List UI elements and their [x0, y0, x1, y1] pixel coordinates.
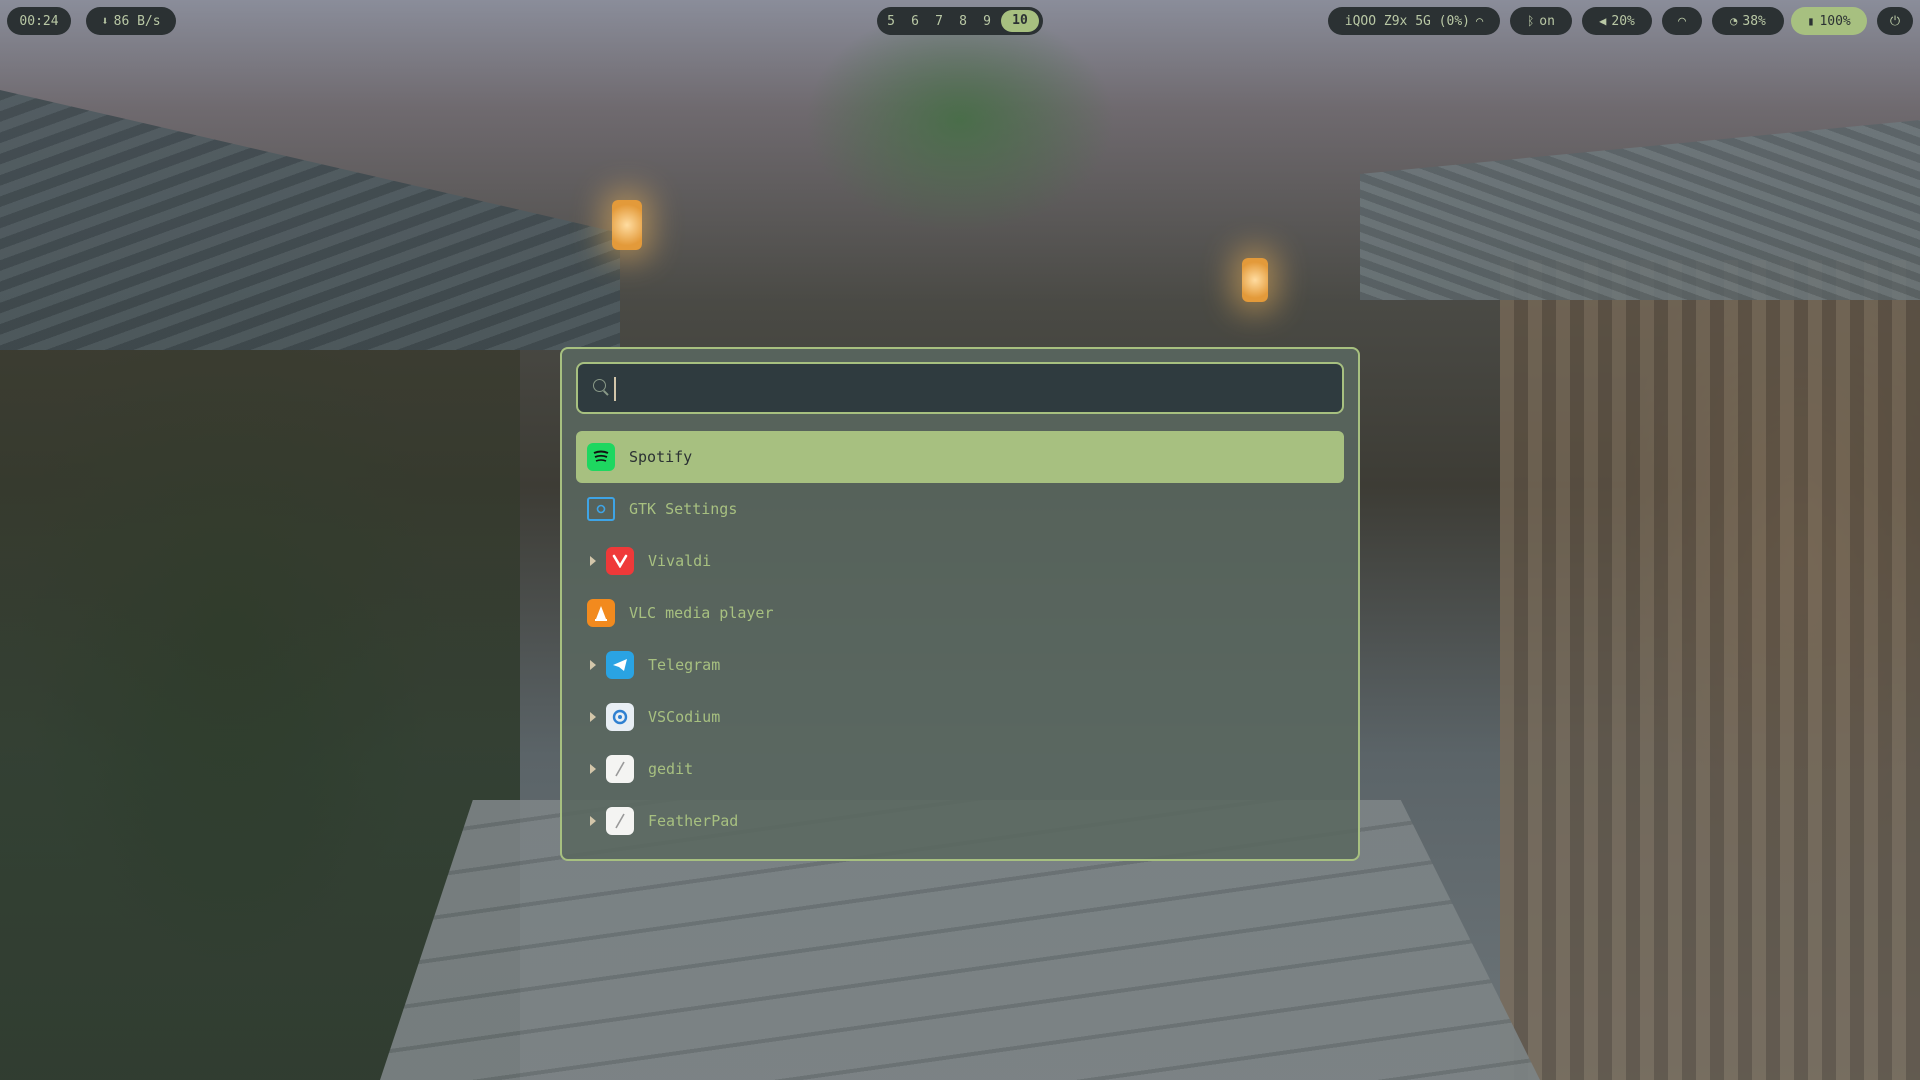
bluetooth-text: on: [1539, 13, 1555, 29]
wallpaper-roof-left: [0, 90, 620, 350]
power-button[interactable]: ⏻: [1877, 7, 1913, 35]
expand-arrow-icon[interactable]: [590, 660, 596, 670]
app-item-label: Vivaldi: [648, 552, 712, 570]
workspace-8[interactable]: 8: [953, 14, 973, 29]
app-item-label: Spotify: [629, 448, 693, 466]
vlc-icon: [587, 599, 615, 627]
network-speed[interactable]: ⬇ 86 B/s: [86, 7, 176, 35]
spotify-icon: [587, 443, 615, 471]
clock-text: 00:24: [19, 13, 59, 29]
battery[interactable]: ▮ 100%: [1791, 7, 1867, 35]
wifi-toggle[interactable]: ◠: [1662, 7, 1702, 35]
battery-icon: ▮: [1807, 14, 1815, 28]
bluetooth-status[interactable]: ᛒ on: [1510, 7, 1572, 35]
expand-arrow-icon[interactable]: [590, 712, 596, 722]
workspace-10-active[interactable]: 10: [1001, 10, 1039, 32]
app-item-vivaldi[interactable]: Vivaldi: [576, 535, 1344, 587]
cpu-gauge-icon: ◔: [1730, 14, 1738, 28]
wallpaper-lantern: [612, 200, 642, 250]
app-launcher: Spotify GTK Settings Vivaldi VLC media p…: [560, 347, 1360, 861]
app-item-telegram[interactable]: Telegram: [576, 639, 1344, 691]
expand-arrow-icon[interactable]: [590, 764, 596, 774]
wifi-icon: ◠: [1476, 14, 1484, 28]
search-icon: [593, 379, 606, 392]
expand-arrow-icon[interactable]: [590, 816, 596, 826]
app-item-label: Telegram: [648, 656, 721, 674]
wifi-network[interactable]: iQOO Z9x 5G (0%) ◠: [1328, 7, 1500, 35]
workspace-5[interactable]: 5: [881, 14, 901, 29]
workspace-9[interactable]: 9: [977, 14, 997, 29]
telegram-icon: [606, 651, 634, 679]
app-item-label: gedit: [648, 760, 694, 778]
volume[interactable]: ◀ 20%: [1582, 7, 1652, 35]
next-item-peek: [588, 859, 614, 861]
text-cursor: [614, 377, 616, 401]
app-item-gedit[interactable]: gedit: [576, 743, 1344, 795]
vivaldi-icon: [606, 547, 634, 575]
workspace-7[interactable]: 7: [929, 14, 949, 29]
app-item-label: GTK Settings: [629, 500, 738, 518]
expand-arrow-icon[interactable]: [590, 556, 596, 566]
wifi-icon: ◠: [1678, 13, 1686, 29]
vscodium-icon: [606, 703, 634, 731]
volume-icon: ◀: [1599, 14, 1607, 28]
app-list: Spotify GTK Settings Vivaldi VLC media p…: [576, 431, 1344, 847]
gedit-icon: [606, 755, 634, 783]
app-item-label: VSCodium: [648, 708, 721, 726]
workspace-6[interactable]: 6: [905, 14, 925, 29]
app-item-vlc[interactable]: VLC media player: [576, 587, 1344, 639]
wallpaper-foliage: [0, 300, 520, 1080]
app-item-label: VLC media player: [629, 604, 774, 622]
bluetooth-icon: ᛒ: [1527, 14, 1535, 28]
volume-text: 20%: [1611, 13, 1635, 29]
wallpaper-roof-right: [1360, 120, 1920, 300]
download-icon: ⬇: [101, 14, 109, 28]
search-input[interactable]: [622, 372, 1326, 406]
gtk-settings-icon: [587, 497, 615, 521]
cpu-usage-text: 38%: [1742, 13, 1766, 29]
power-icon: ⏻: [1889, 13, 1901, 29]
search-box[interactable]: [576, 362, 1344, 414]
wifi-network-text: iQOO Z9x 5G (0%): [1344, 13, 1470, 29]
cpu-usage[interactable]: ◔ 38%: [1712, 7, 1784, 35]
featherpad-icon: [606, 807, 634, 835]
wallpaper-lantern: [1242, 258, 1268, 302]
clock[interactable]: 00:24: [7, 7, 71, 35]
battery-text: 100%: [1819, 13, 1851, 29]
workspace-switcher: 5 6 7 8 9 10: [877, 7, 1043, 35]
app-item-gtk-settings[interactable]: GTK Settings: [576, 483, 1344, 535]
network-speed-text: 86 B/s: [113, 13, 161, 29]
app-item-spotify[interactable]: Spotify: [576, 431, 1344, 483]
app-item-vscodium[interactable]: VSCodium: [576, 691, 1344, 743]
wallpaper-fence-right: [1500, 260, 1920, 1080]
app-item-featherpad[interactable]: FeatherPad: [576, 795, 1344, 847]
app-item-label: FeatherPad: [648, 812, 739, 830]
